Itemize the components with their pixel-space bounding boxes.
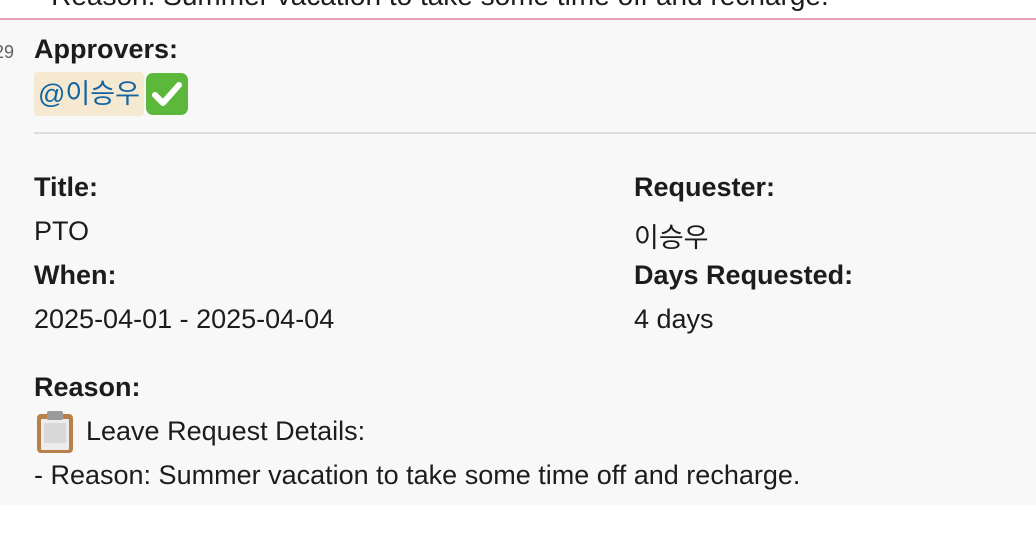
title-label: Title: <box>34 172 99 202</box>
days-requested-value: 4 days <box>634 304 714 334</box>
reason-heading: Leave Request Details: <box>86 416 366 446</box>
message-timestamp[interactable]: 29 <box>0 42 14 63</box>
approvers-row: @이승우 <box>34 72 188 116</box>
when-value: 2025-04-01 - 2025-04-04 <box>34 304 335 334</box>
approvers-label: Approvers: <box>34 34 179 64</box>
section-divider <box>34 132 1036 134</box>
clipboard-icon <box>34 410 76 454</box>
previous-message-text: - Reason: Summer vacation to take some t… <box>34 0 829 12</box>
title-value: PTO <box>34 216 90 246</box>
days-requested-label: Days Requested: <box>634 260 854 290</box>
approver-mention[interactable]: @이승우 <box>34 72 144 116</box>
requester-label: Requester: <box>634 172 776 202</box>
previous-message-clip: - Reason: Summer vacation to take some t… <box>0 0 1036 18</box>
message-container: 29 Approvers: @이승우 Title: PTO Requester:… <box>0 20 1036 505</box>
check-mark-button-icon <box>145 73 188 115</box>
when-label: When: <box>34 260 117 290</box>
reason-label: Reason: <box>34 372 141 402</box>
requester-value: 이승우 <box>634 223 709 253</box>
reason-text: - Reason: Summer vacation to take some t… <box>34 460 801 490</box>
